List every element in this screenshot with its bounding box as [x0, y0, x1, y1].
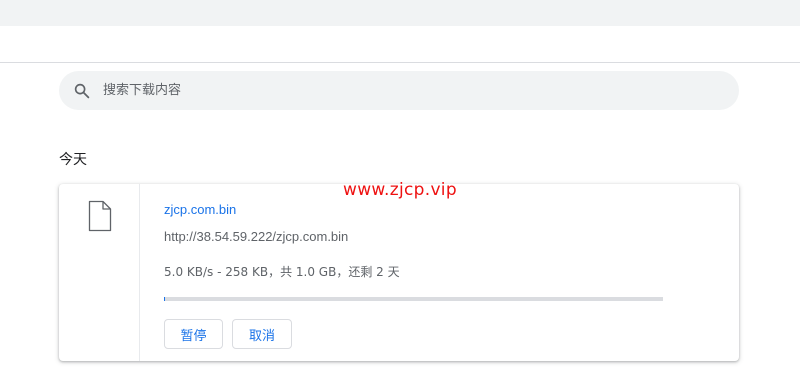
- watermark-text: www.zjcp.vip: [343, 180, 457, 200]
- file-source-url: http://38.54.59.222/zjcp.com.bin: [164, 229, 349, 244]
- top-toolbar-strip: [0, 0, 800, 26]
- download-status-text: 5.0 KB/s - 258 KB，共 1.0 GB，还剩 2 天: [164, 265, 400, 279]
- search-icon: [74, 83, 90, 99]
- toolbar-divider: [0, 62, 800, 63]
- file-name-link[interactable]: zjcp.com.bin: [164, 202, 236, 217]
- search-box[interactable]: [59, 71, 739, 110]
- file-icon: [88, 200, 112, 232]
- date-section-heading: 今天: [59, 152, 87, 168]
- file-icon-column: [59, 184, 140, 361]
- pause-button[interactable]: 暂停: [164, 319, 223, 349]
- download-progress-bar: [164, 297, 663, 301]
- download-item-card: zjcp.com.bin www.zjcp.vip http://38.54.5…: [59, 180, 739, 361]
- cancel-button[interactable]: 取消: [232, 319, 292, 349]
- search-input[interactable]: [103, 71, 703, 110]
